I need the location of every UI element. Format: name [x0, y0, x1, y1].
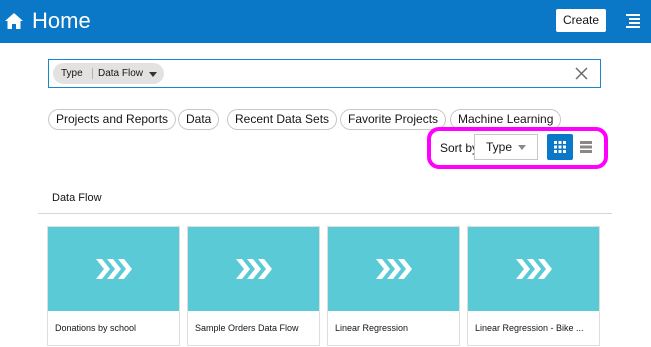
card-label: Donations by school [55, 323, 137, 333]
filter-pill-favorite-projects[interactable]: Favorite Projects [340, 109, 447, 130]
top-bar: Home Create [0, 0, 651, 43]
section-divider [38, 213, 612, 214]
close-icon[interactable] [574, 66, 589, 81]
section-title: Data Flow [52, 192, 102, 204]
data-flow-icon [96, 259, 132, 279]
grid-icon [554, 141, 566, 153]
card-thumbnail [328, 227, 459, 311]
chevron-down-icon [518, 145, 526, 150]
list-view-button[interactable] [576, 134, 596, 160]
data-flow-card[interactable]: Sample Orders Data Flow [187, 226, 320, 346]
sort-by-value: Type [486, 140, 513, 154]
chevron-down-icon[interactable] [149, 72, 157, 77]
data-flow-icon [236, 259, 272, 279]
card-label: Sample Orders Data Flow [195, 323, 299, 333]
card-label: Linear Regression - Bike ... [475, 323, 584, 333]
card-label: Linear Regression [335, 323, 409, 333]
chip-divider [92, 68, 93, 79]
list-icon [580, 141, 592, 153]
grid-view-button[interactable] [547, 134, 573, 160]
page-title: Home [32, 8, 91, 33]
data-flow-icon [376, 259, 412, 279]
home-icon[interactable] [4, 11, 24, 31]
card-thumbnail [48, 227, 179, 311]
card-thumbnail [468, 227, 599, 311]
sort-by-select[interactable]: Type [474, 134, 538, 160]
data-flow-icon [516, 259, 552, 279]
filter-pill-recent-data-sets[interactable]: Recent Data Sets [227, 109, 338, 130]
data-flow-card[interactable]: Linear Regression - Bike ... [467, 226, 600, 346]
data-flow-card[interactable]: Linear Regression [327, 226, 460, 346]
filter-pill-data[interactable]: Data [178, 109, 220, 130]
data-flow-card[interactable]: Donations by school [47, 226, 180, 346]
filter-key: Type [61, 68, 83, 79]
search-input[interactable]: Type Data Flow [48, 59, 601, 88]
filter-pill-projects-and-reports[interactable]: Projects and Reports [48, 109, 177, 130]
create-button[interactable]: Create [556, 9, 606, 32]
type-filter-chip[interactable]: Type Data Flow [53, 63, 164, 84]
card-thumbnail [188, 227, 319, 311]
sort-by-label: Sort by [440, 141, 479, 155]
filter-value: Data Flow [98, 68, 144, 79]
hamburger-menu-icon[interactable] [626, 14, 640, 28]
